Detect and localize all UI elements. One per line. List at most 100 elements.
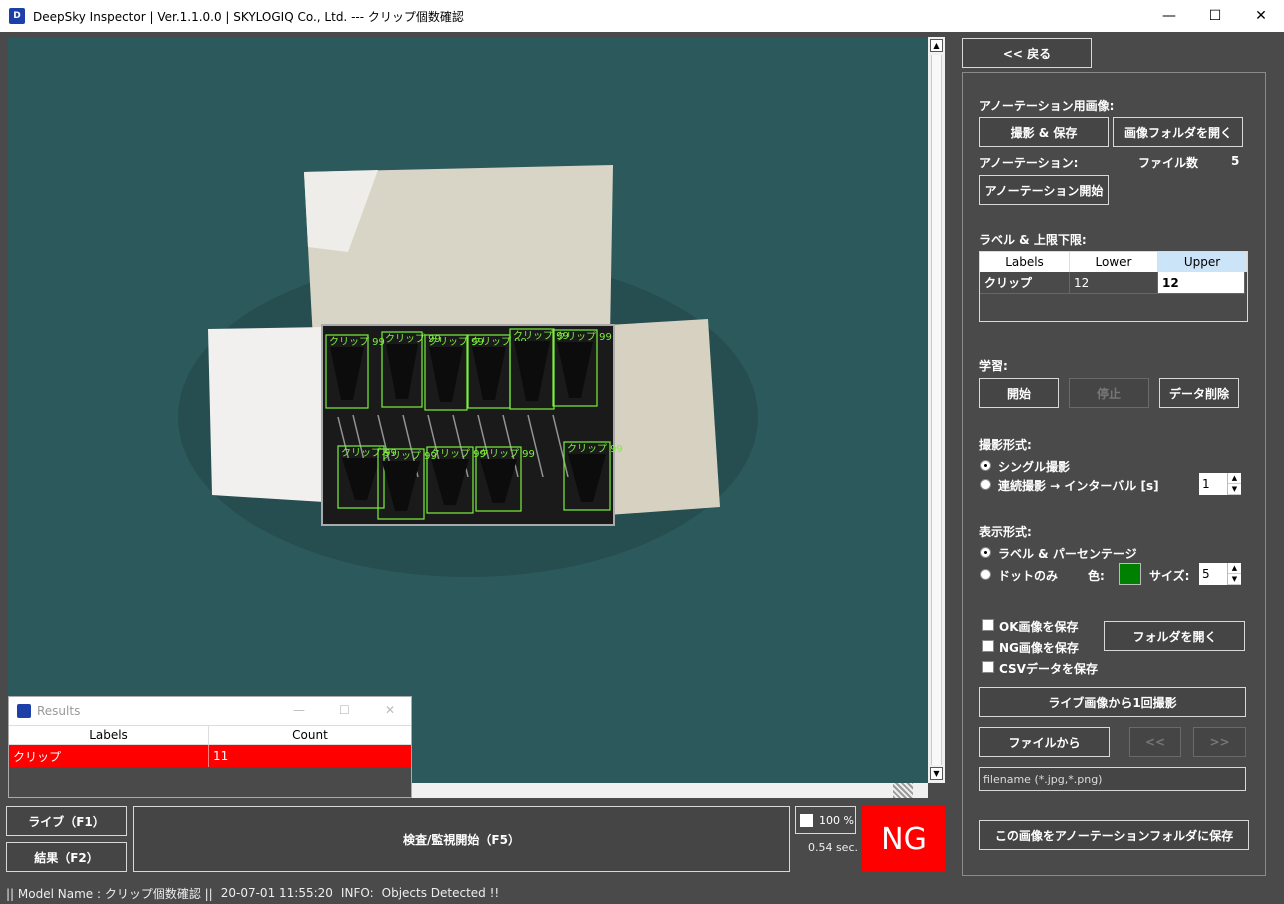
results-title: Results bbox=[37, 704, 81, 718]
vertical-scrollbar[interactable]: ▲ ▼ bbox=[928, 37, 945, 783]
next-file-button[interactable]: >> bbox=[1193, 727, 1246, 757]
table-header: Labels Lower Upper bbox=[980, 252, 1247, 272]
results-empty-area bbox=[9, 767, 411, 797]
display-mode-label: 表示形式: bbox=[979, 525, 1032, 539]
save-ok-label: OK画像を保存 bbox=[999, 620, 1079, 634]
size-value: 5 bbox=[1202, 567, 1210, 581]
capture-once-button[interactable]: ライブ画像から1回撮影 bbox=[979, 687, 1246, 717]
resize-grip-icon[interactable] bbox=[893, 783, 913, 798]
learning-label: 学習: bbox=[979, 359, 1008, 373]
maximize-icon[interactable]: ☐ bbox=[339, 703, 350, 717]
interval-value: 1 bbox=[1202, 477, 1210, 491]
app-logo-icon bbox=[17, 704, 31, 718]
result-count: 11 bbox=[213, 749, 229, 763]
continuous-capture-label: 連続撮影 → インターバル [s] bbox=[998, 479, 1159, 493]
window-title: DeepSky Inspector | Ver.1.1.0.0 | SKYLOG… bbox=[33, 9, 464, 24]
label-limits-table[interactable]: Labels Lower Upper クリップ 12 12 bbox=[979, 251, 1248, 322]
file-count-label: ファイル数 bbox=[1138, 156, 1199, 170]
app-logo-icon: D bbox=[9, 8, 25, 24]
close-icon[interactable]: ✕ bbox=[1238, 0, 1284, 32]
live-button[interactable]: ライブ（F1） bbox=[6, 806, 127, 836]
open-folder-button[interactable]: フォルダを開く bbox=[1104, 621, 1245, 651]
detection-label: クリップ 99 bbox=[329, 336, 385, 348]
capture-mode-label: 撮影形式: bbox=[979, 438, 1032, 452]
dot-color-swatch[interactable] bbox=[1119, 563, 1141, 585]
col-lower: Lower bbox=[1070, 252, 1158, 272]
interval-stepper[interactable]: 1 ▲ ▼ bbox=[1199, 473, 1241, 495]
filename-field[interactable]: filename (*.jpg,*.png) bbox=[979, 767, 1246, 791]
maximize-icon[interactable]: ☐ bbox=[1192, 0, 1238, 32]
col-count: Count bbox=[292, 728, 328, 742]
status-info-text: Objects Detected !! bbox=[381, 886, 500, 900]
open-image-folder-button[interactable]: 画像フォルダを開く bbox=[1113, 117, 1243, 147]
labels-limits-label: ラベル & 上限下限: bbox=[979, 233, 1087, 247]
zoom-toggle[interactable]: 100 % bbox=[795, 806, 856, 834]
continuous-capture-radio[interactable] bbox=[980, 479, 991, 490]
single-capture-radio[interactable] bbox=[980, 460, 991, 471]
col-labels: Labels bbox=[9, 726, 209, 744]
results-header: Labels Count bbox=[9, 725, 411, 745]
status-timestamp: 20-07-01 11:55:20 bbox=[220, 886, 333, 900]
capture-save-button[interactable]: 撮影 & 保存 bbox=[979, 117, 1109, 147]
scroll-up-icon[interactable]: ▲ bbox=[930, 39, 943, 52]
stepper-up-icon[interactable]: ▲ bbox=[1228, 563, 1241, 574]
prev-file-button[interactable]: << bbox=[1129, 727, 1181, 757]
single-capture-label: シングル撮影 bbox=[998, 460, 1071, 474]
col-labels: Labels bbox=[980, 252, 1070, 272]
save-to-annotation-button[interactable]: この画像をアノーテーションフォルダに保存 bbox=[979, 820, 1249, 850]
result-label: クリップ bbox=[9, 745, 209, 767]
annotation-image-label: アノーテーション用画像: bbox=[979, 99, 1115, 113]
learning-stop-button[interactable]: 停止 bbox=[1069, 378, 1149, 408]
detection-label: クリップ 99 bbox=[567, 443, 623, 455]
save-csv-label: CSVデータを保存 bbox=[999, 662, 1098, 676]
table-row[interactable]: クリップ 11 bbox=[9, 745, 411, 767]
from-file-button[interactable]: ファイルから bbox=[979, 727, 1110, 757]
inspect-start-button[interactable]: 検査/監視開始（F5） bbox=[133, 806, 790, 872]
table-row[interactable]: クリップ 12 12 bbox=[980, 272, 1247, 294]
save-ok-checkbox[interactable] bbox=[982, 619, 994, 631]
stepper-down-icon[interactable]: ▼ bbox=[1228, 574, 1241, 585]
close-icon[interactable]: ✕ bbox=[385, 703, 395, 717]
back-button[interactable]: << 戻る bbox=[962, 38, 1092, 68]
save-csv-checkbox[interactable] bbox=[982, 661, 994, 673]
detection-label: クリップ 99 bbox=[430, 448, 486, 460]
stepper-up-icon[interactable]: ▲ bbox=[1228, 473, 1241, 484]
dot-only-label: ドットのみ bbox=[998, 569, 1059, 583]
results-window: Results — ☐ ✕ Labels Count クリップ 11 bbox=[8, 696, 412, 798]
color-label: 色: bbox=[1088, 569, 1105, 583]
scroll-down-icon[interactable]: ▼ bbox=[930, 767, 943, 780]
limit-label-cell[interactable]: クリップ bbox=[980, 272, 1070, 294]
col-upper: Upper bbox=[1158, 252, 1247, 272]
minimize-icon[interactable]: — bbox=[1146, 0, 1192, 32]
limit-upper-cell[interactable]: 12 bbox=[1158, 272, 1245, 294]
detection-label: クリップ 99 bbox=[556, 331, 612, 343]
scroll-thumb[interactable] bbox=[931, 55, 942, 765]
status-model: || Model Name : クリップ個数確認 || bbox=[6, 886, 213, 901]
camera-image-view[interactable]: クリップ 99 クリップ 99 クリップ 99 クリップ 99 クリップ 99 クリップ … bbox=[8, 37, 928, 783]
result-button[interactable]: 結果（F2） bbox=[6, 842, 127, 872]
save-ng-checkbox[interactable] bbox=[982, 640, 994, 652]
size-label: サイズ: bbox=[1149, 569, 1190, 583]
save-ng-label: NG画像を保存 bbox=[999, 641, 1079, 655]
label-percentage-label: ラベル & パーセンテージ bbox=[998, 547, 1137, 561]
results-title-bar: Results — ☐ ✕ bbox=[9, 697, 411, 725]
limit-lower-cell[interactable]: 12 bbox=[1070, 272, 1158, 294]
annotation-label: アノーテーション: bbox=[979, 156, 1079, 170]
dot-only-radio[interactable] bbox=[980, 569, 991, 580]
detection-label: クリップ 99 bbox=[381, 450, 437, 462]
zoom-checkbox[interactable] bbox=[800, 813, 813, 827]
label-percentage-radio[interactable] bbox=[980, 547, 991, 558]
delete-data-button[interactable]: データ削除 bbox=[1159, 378, 1239, 408]
annotation-start-button[interactable]: アノーテーション開始 bbox=[979, 175, 1109, 205]
judgement-badge: NG bbox=[862, 806, 946, 872]
inspection-image: クリップ 99 クリップ 99クリップ 99クリップ 99クリップ 99クリップ … bbox=[178, 165, 758, 577]
size-stepper[interactable]: 5 ▲ ▼ bbox=[1199, 563, 1241, 585]
minimize-icon[interactable]: — bbox=[293, 703, 305, 717]
file-count-value: 5 bbox=[1231, 154, 1240, 168]
elapsed-time: 0.54 sec. bbox=[807, 841, 858, 854]
detection-label: クリップ 99 bbox=[479, 448, 535, 460]
zoom-level: 100 % bbox=[819, 813, 854, 827]
status-info-label: INFO: bbox=[340, 886, 374, 900]
learning-start-button[interactable]: 開始 bbox=[979, 378, 1059, 408]
stepper-down-icon[interactable]: ▼ bbox=[1228, 484, 1241, 495]
